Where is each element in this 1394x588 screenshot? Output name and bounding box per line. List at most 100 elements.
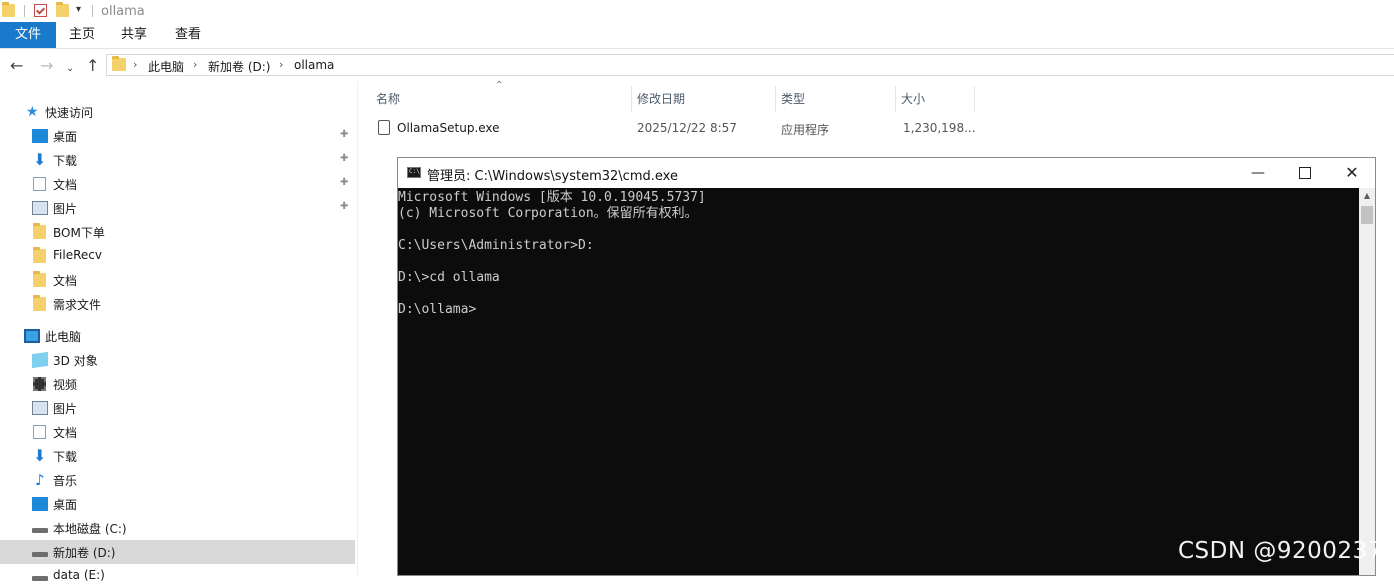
column-header-size[interactable]: 大小 xyxy=(901,90,925,107)
divider[interactable] xyxy=(974,86,975,112)
divider[interactable] xyxy=(631,86,632,112)
sidebar-item-downloads[interactable]: ⬇ 下载 ✚ xyxy=(0,148,355,172)
window-titlebar: ▾ ollama xyxy=(0,0,1394,22)
sidebar-item-label: 下载 xyxy=(53,154,78,168)
terminal-prompt[interactable]: D:\ollama> xyxy=(398,302,476,318)
sidebar-item-label: 视频 xyxy=(53,378,78,392)
music-icon: ♪ xyxy=(35,471,45,489)
new-folder-icon[interactable] xyxy=(56,2,69,17)
cmd-titlebar[interactable]: 管理员: C:\Windows\system32\cmd.exe — ✕ xyxy=(398,158,1375,188)
column-header-name[interactable]: 名称 xyxy=(376,90,400,107)
sidebar-item-documents[interactable]: 文档 ✚ xyxy=(0,172,355,196)
sidebar-item-label: 图片 xyxy=(53,202,78,216)
minimize-button[interactable]: — xyxy=(1235,158,1281,188)
pin-icon[interactable]: ✚ xyxy=(340,129,348,140)
properties-icon[interactable] xyxy=(34,4,47,17)
pin-icon[interactable]: ✚ xyxy=(340,201,348,212)
maximize-button[interactable] xyxy=(1282,158,1328,188)
star-icon: ★ xyxy=(26,104,39,120)
drive-icon xyxy=(32,552,48,557)
address-bar[interactable]: › 此电脑 › 新加卷 (D:) › ollama xyxy=(106,54,1394,76)
sidebar-item-label: 文档 xyxy=(53,426,78,440)
breadcrumb-this-pc[interactable]: 此电脑 xyxy=(148,58,184,75)
scrollbar-thumb[interactable] xyxy=(1361,206,1373,224)
sidebar-item-pictures[interactable]: 图片 ✚ xyxy=(0,196,355,220)
sidebar-item-drive-d[interactable]: 新加卷 (D:) xyxy=(0,540,355,564)
pin-icon[interactable]: ✚ xyxy=(340,153,348,164)
sidebar-item-desktop-pc[interactable]: 桌面 xyxy=(0,492,355,516)
sidebar-item-label: 3D 对象 xyxy=(53,354,98,368)
divider[interactable] xyxy=(775,86,776,112)
breadcrumb-drive-d[interactable]: 新加卷 (D:) xyxy=(208,58,270,75)
folder-icon xyxy=(112,56,126,71)
sidebar-item-docs-folder[interactable]: 文档 xyxy=(0,268,355,292)
terminal-line: C:\Users\Administrator>D: xyxy=(398,238,594,253)
vertical-scrollbar[interactable]: ▲ xyxy=(1359,188,1375,575)
scroll-up-icon[interactable]: ▲ xyxy=(1359,188,1375,204)
maximize-icon xyxy=(1299,167,1311,179)
sidebar-item-label: 音乐 xyxy=(53,474,78,488)
sidebar-item-requirements[interactable]: 需求文件 xyxy=(0,292,355,316)
file-name[interactable]: OllamaSetup.exe xyxy=(397,121,500,135)
sidebar-item-label: FileRecv xyxy=(53,248,102,262)
download-icon: ⬇ xyxy=(33,150,47,169)
sidebar-item-videos[interactable]: 视频 xyxy=(0,372,355,396)
terminal-line: (c) Microsoft Corporation。保留所有权利。 xyxy=(398,206,698,221)
sidebar-item-3d-objects[interactable]: 3D 对象 xyxy=(0,348,355,372)
terminal-output[interactable]: Microsoft Windows [版本 10.0.19045.5737] (… xyxy=(398,188,1359,575)
breadcrumb-chevron-icon[interactable]: › xyxy=(133,58,137,71)
sidebar-item-quick-access[interactable]: ★ 快速访问 xyxy=(0,100,355,124)
sidebar-item-drive-e[interactable]: data (E:) xyxy=(0,564,355,588)
drive-icon xyxy=(32,528,48,533)
sidebar-item-filerecv[interactable]: FileRecv xyxy=(0,244,355,268)
tab-home[interactable]: 主页 xyxy=(60,22,104,48)
divider[interactable] xyxy=(895,86,896,112)
sort-ascending-icon: ⌃ xyxy=(495,80,504,91)
up-arrow-icon[interactable]: ↑ xyxy=(86,56,99,76)
file-type: 应用程序 xyxy=(781,123,830,137)
customize-toolbar-dropdown[interactable]: ▾ xyxy=(76,4,81,15)
sidebar-item-label: 下载 xyxy=(53,450,78,464)
terminal-icon xyxy=(407,167,421,178)
sidebar-item-documents-pc[interactable]: 文档 xyxy=(0,420,355,444)
breadcrumb-chevron-icon[interactable]: › xyxy=(193,58,197,71)
sidebar-item-music[interactable]: ♪ 音乐 xyxy=(0,468,355,492)
download-icon: ⬇ xyxy=(33,446,47,465)
sidebar-item-drive-c[interactable]: 本地磁盘 (C:) xyxy=(0,516,355,540)
folder-icon[interactable] xyxy=(2,2,15,17)
forward-arrow-icon[interactable]: → xyxy=(40,56,53,76)
divider xyxy=(24,5,25,17)
tab-view[interactable]: 查看 xyxy=(166,22,210,48)
document-icon xyxy=(33,177,46,191)
sidebar-item-downloads-pc[interactable]: ⬇ 下载 xyxy=(0,444,355,468)
close-icon[interactable]: ✕ xyxy=(1329,158,1375,188)
navigation-bar: ← → ⌄ ↑ › 此电脑 › 新加卷 (D:) › ollama xyxy=(0,50,1394,82)
sidebar-item-desktop[interactable]: 桌面 ✚ xyxy=(0,124,355,148)
cmd-window[interactable]: 管理员: C:\Windows\system32\cmd.exe — ✕ Mic… xyxy=(397,157,1376,576)
terminal-line: D:\>cd ollama xyxy=(398,270,500,285)
column-header-type[interactable]: 类型 xyxy=(781,90,805,107)
watermark: CSDN @9200237 xyxy=(1178,538,1383,564)
sidebar-item-label: data (E:) xyxy=(53,568,105,582)
back-arrow-icon[interactable]: ← xyxy=(10,56,23,76)
desktop-icon xyxy=(32,129,48,143)
folder-icon xyxy=(33,247,46,263)
tab-share[interactable]: 共享 xyxy=(112,22,156,48)
installer-icon xyxy=(378,120,390,135)
breadcrumb-chevron-icon[interactable]: › xyxy=(279,58,283,71)
breadcrumb-ollama[interactable]: ollama xyxy=(294,58,334,72)
tab-file[interactable]: 文件 xyxy=(0,22,56,48)
folder-icon xyxy=(33,223,46,239)
sidebar-item-this-pc[interactable]: 此电脑 xyxy=(0,324,355,348)
sidebar-item-bom[interactable]: BOM下单 xyxy=(0,220,355,244)
folder-icon xyxy=(33,295,46,311)
cmd-title: 管理员: C:\Windows\system32\cmd.exe xyxy=(427,169,678,184)
sidebar-item-pictures-pc[interactable]: 图片 xyxy=(0,396,355,420)
sidebar-item-label: 桌面 xyxy=(53,498,78,512)
sidebar-item-label: 本地磁盘 (C:) xyxy=(53,522,127,536)
pin-icon[interactable]: ✚ xyxy=(340,177,348,188)
recent-locations-chevron-icon[interactable]: ⌄ xyxy=(66,59,74,79)
column-header-date[interactable]: 修改日期 xyxy=(637,90,685,107)
sidebar-item-label: 图片 xyxy=(53,402,78,416)
window-title: ollama xyxy=(101,4,145,19)
